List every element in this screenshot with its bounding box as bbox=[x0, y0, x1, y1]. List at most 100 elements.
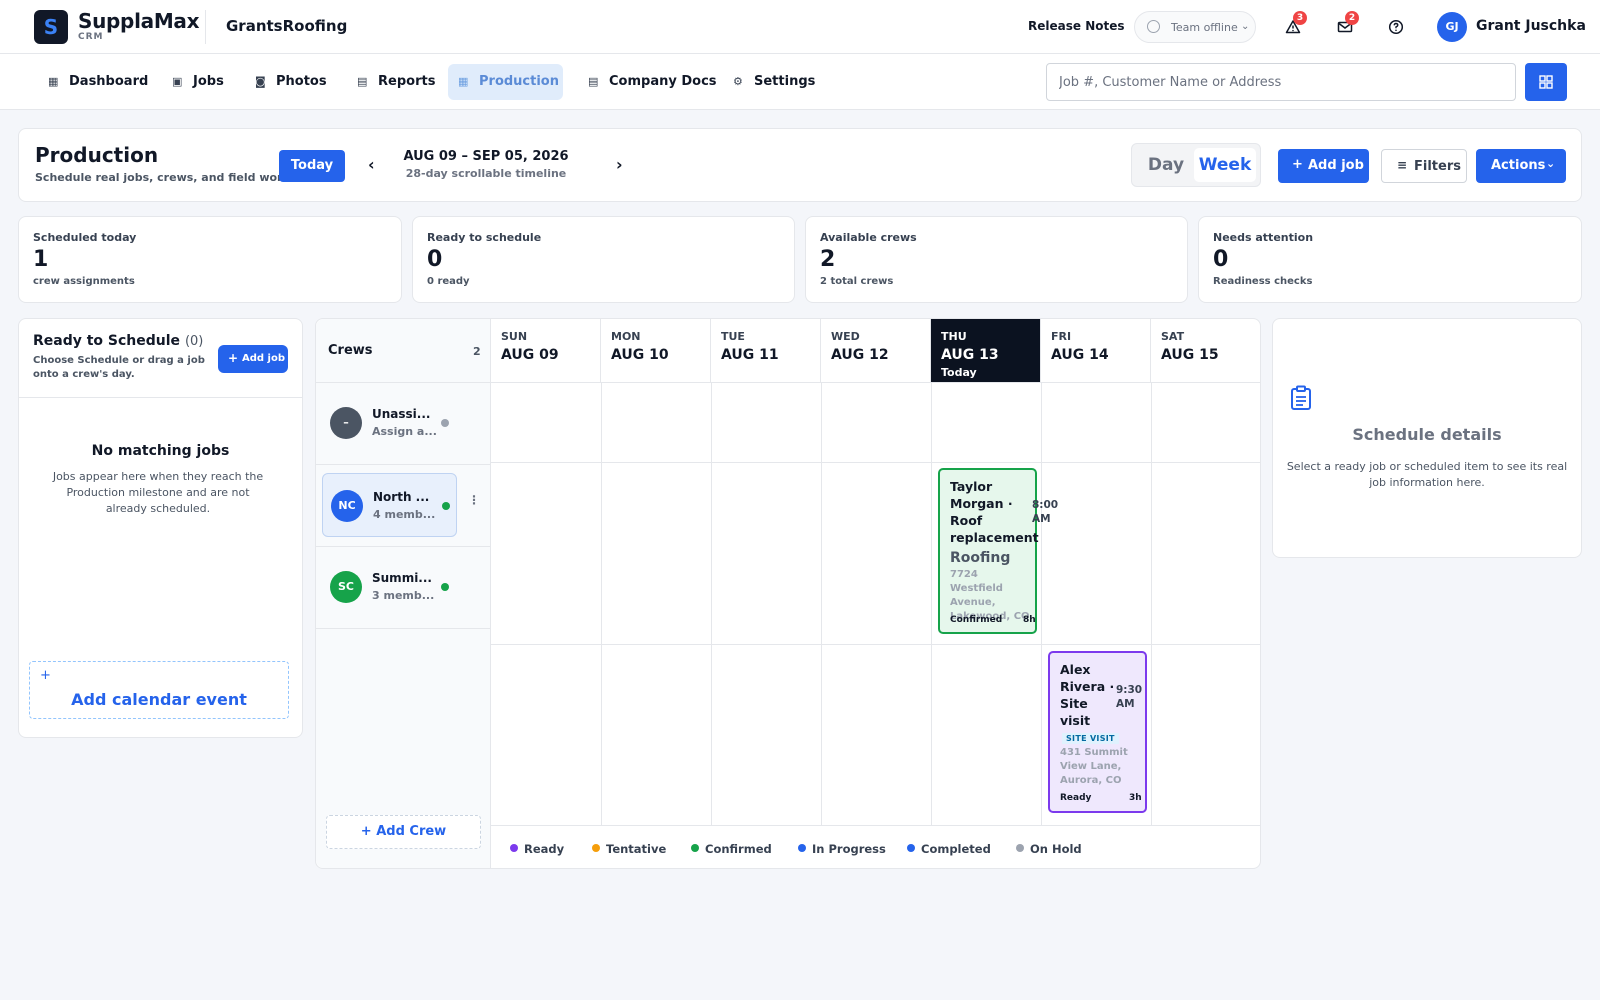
legend-dot bbox=[510, 844, 518, 852]
ready-to-schedule-panel: Ready to Schedule (0) Choose Schedule or… bbox=[18, 318, 303, 738]
camera-icon: ◙ bbox=[255, 75, 266, 88]
stat-card-available-crews: Available crews 2 2 total crews bbox=[805, 216, 1188, 303]
clipboard-icon bbox=[1291, 385, 1311, 410]
ready-add-job-button[interactable]: + Add job bbox=[218, 345, 288, 373]
crew-card[interactable]: NC North ... 4 memb... bbox=[322, 473, 457, 537]
crew-card[interactable]: SC Summi... 3 memb... bbox=[322, 555, 457, 619]
grid-line bbox=[1151, 383, 1152, 825]
day-date: AUG 11 bbox=[721, 347, 779, 363]
user-name[interactable]: Grant Juschka bbox=[1476, 18, 1586, 34]
nav-item-jobs[interactable]: ▣ Jobs bbox=[162, 64, 228, 100]
release-notes-link[interactable]: Release Notes bbox=[1028, 19, 1125, 33]
job-title: Alex Rivera · Site visit bbox=[1060, 662, 1115, 728]
help-icon bbox=[1388, 19, 1404, 35]
company-name[interactable]: GrantsRoofing bbox=[226, 17, 347, 35]
main-nav: ▦ Dashboard ▣ Jobs ◙ Photos ▤ Reports ▦ … bbox=[0, 54, 1600, 110]
crew-name: Unassi... bbox=[372, 407, 431, 421]
crew-card[interactable]: – Unassi... Assign a... bbox=[322, 391, 457, 455]
day-name: THU bbox=[941, 330, 967, 343]
crew-name: Summi... bbox=[372, 571, 432, 585]
crew-meta: 3 memb... bbox=[372, 589, 435, 602]
alerts-button[interactable]: 3 bbox=[1280, 11, 1307, 40]
nav-item-dashboard[interactable]: ▦ Dashboard bbox=[38, 64, 148, 100]
previous-week-button[interactable]: ‹ bbox=[368, 155, 375, 174]
more-options-icon[interactable]: ⋮ bbox=[468, 493, 480, 507]
schedule-details-panel: Schedule details Select a ready job or s… bbox=[1272, 318, 1582, 558]
add-job-button[interactable]: + Add job bbox=[1278, 149, 1369, 183]
job-hours: 3h bbox=[1129, 793, 1142, 803]
details-title: Schedule details bbox=[1352, 425, 1502, 444]
view-week-button[interactable]: Week bbox=[1194, 148, 1256, 182]
nav-item-settings[interactable]: ⚙ Settings bbox=[723, 64, 815, 100]
next-week-button[interactable]: › bbox=[616, 155, 623, 174]
help-button[interactable] bbox=[1383, 14, 1409, 40]
legend-item-completed: Completed bbox=[907, 842, 991, 856]
grid-line bbox=[491, 462, 1261, 463]
nav-item-production[interactable]: ▦ Production bbox=[448, 64, 563, 100]
crew-row-unassigned[interactable]: – Unassi... Assign a... bbox=[316, 383, 491, 465]
add-calendar-event-button[interactable]: + Add calendar event bbox=[29, 661, 289, 719]
grid-line bbox=[711, 383, 712, 825]
date-range-sub: 28-day scrollable timeline bbox=[405, 167, 567, 180]
nav-item-reports[interactable]: ▤ Reports bbox=[347, 64, 435, 100]
crew-avatar: SC bbox=[330, 571, 362, 603]
job-time: 9:30 AM bbox=[1116, 684, 1143, 710]
stat-sub: Readiness checks bbox=[1213, 276, 1313, 287]
team-status-dropdown[interactable]: Team offline ⌄ bbox=[1134, 11, 1256, 43]
empty-state-title: No matching jobs bbox=[91, 443, 230, 459]
divider bbox=[19, 397, 302, 398]
add-job-label: Add job bbox=[1308, 158, 1364, 173]
add-crew-label: Add Crew bbox=[376, 824, 447, 839]
job-card-taylor-morgan[interactable]: Taylor Morgan · Roof replacement 8:00 AM… bbox=[938, 468, 1058, 634]
today-label: Today bbox=[941, 366, 977, 379]
filter-list-icon: ≡ bbox=[1397, 158, 1408, 172]
actions-button[interactable]: Actions ⌄ bbox=[1476, 149, 1566, 183]
crew-meta: 4 memb... bbox=[373, 508, 436, 521]
search-input[interactable] bbox=[1046, 63, 1516, 101]
stat-value: 0 bbox=[427, 247, 443, 272]
grid-line bbox=[491, 644, 1261, 645]
stat-value: 2 bbox=[820, 247, 836, 272]
view-day-button[interactable]: Day bbox=[1138, 148, 1194, 182]
nav-item-photos[interactable]: ◙ Photos bbox=[245, 64, 327, 100]
grid-icon bbox=[1539, 75, 1553, 89]
divider bbox=[205, 10, 206, 44]
user-avatar[interactable]: GJ bbox=[1437, 12, 1467, 42]
app-logo-icon[interactable]: S bbox=[34, 10, 68, 44]
crew-avatar: – bbox=[330, 407, 362, 439]
day-name: MON bbox=[611, 330, 641, 343]
messages-badge: 2 bbox=[1345, 11, 1359, 25]
day-date: AUG 13 bbox=[941, 347, 999, 363]
job-time: 8:00 AM bbox=[1032, 499, 1059, 525]
day-date: AUG 10 bbox=[611, 347, 669, 363]
job-card-alex-rivera[interactable]: Alex Rivera · Site visit 9:30 AM SITE VI… bbox=[1048, 651, 1147, 813]
today-button[interactable]: Today bbox=[279, 150, 345, 182]
crew-row-summit[interactable]: SC Summi... 3 memb... bbox=[316, 547, 491, 629]
page-subtitle: Schedule real jobs, crews, and field wor… bbox=[35, 171, 294, 184]
crew-name: North ... bbox=[373, 490, 430, 504]
date-range-label: AUG 09 – SEP 05, 2026 bbox=[403, 149, 569, 164]
crews-count: 2 bbox=[473, 345, 481, 358]
crew-row-north[interactable]: NC North ... 4 memb... ⋮ bbox=[316, 465, 491, 547]
legend-label: Confirmed bbox=[705, 842, 772, 856]
legend-item-on-hold: On Hold bbox=[1016, 842, 1082, 856]
stat-card-scheduled-today: Scheduled today 1 crew assignments bbox=[18, 216, 402, 303]
legend-dot bbox=[907, 844, 915, 852]
stat-value: 0 bbox=[1213, 247, 1229, 272]
day-header-fri: FRI AUG 14 bbox=[1041, 319, 1151, 383]
messages-button[interactable]: 2 bbox=[1332, 11, 1359, 40]
ready-panel-title: Ready to Schedule (0) bbox=[33, 333, 203, 349]
nav-item-label: Photos bbox=[276, 74, 327, 89]
add-calendar-event-label: Add calendar event bbox=[71, 690, 247, 709]
day-header-tue: TUE AUG 11 bbox=[711, 319, 821, 383]
nav-item-company-docs[interactable]: ▤ Company Docs bbox=[578, 64, 717, 100]
crews-title: Crews bbox=[328, 343, 373, 358]
day-name: WED bbox=[831, 330, 860, 343]
legend-item-tentative: Tentative bbox=[592, 842, 666, 856]
day-header-sun: SUN AUG 09 bbox=[491, 319, 601, 383]
stat-value: 1 bbox=[33, 247, 49, 272]
add-crew-button[interactable]: + Add Crew bbox=[326, 815, 481, 849]
stat-label: Needs attention bbox=[1213, 231, 1314, 244]
apps-grid-button[interactable] bbox=[1525, 63, 1567, 101]
filters-button[interactable]: ≡ Filters bbox=[1381, 149, 1467, 183]
